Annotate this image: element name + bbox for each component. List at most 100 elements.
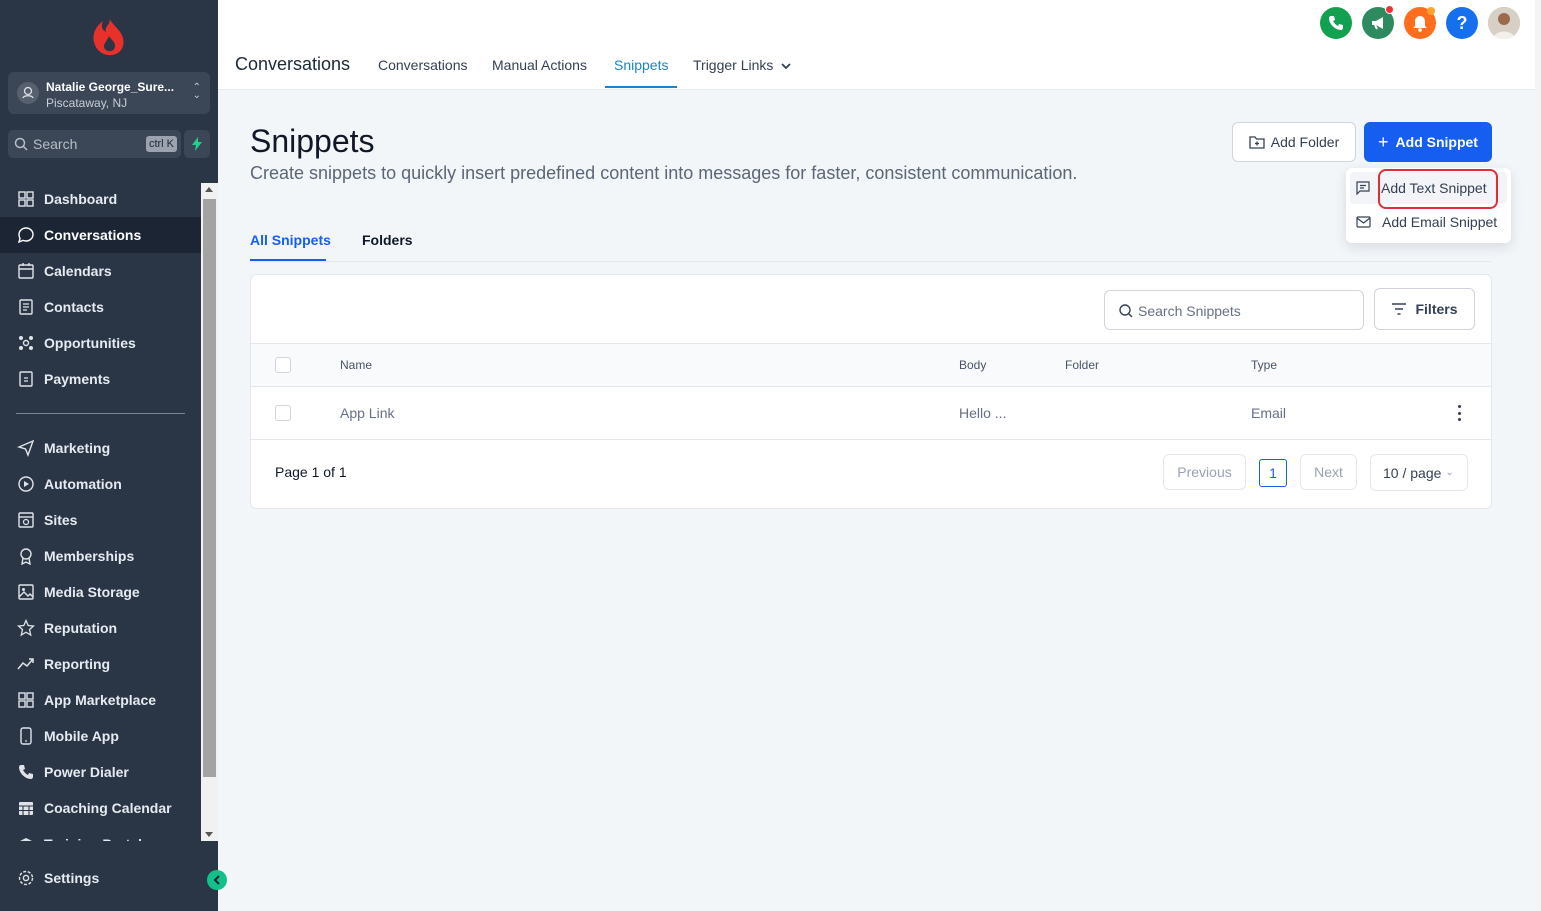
sidebar-item-conversations[interactable]: Conversations: [0, 217, 201, 253]
star-icon: [17, 619, 35, 637]
page-info: Page 1 of 1: [275, 464, 347, 480]
sidebar-item-reporting[interactable]: Reporting: [0, 646, 201, 682]
add-snippet-button[interactable]: + Add Snippet: [1364, 122, 1492, 162]
sidebar-item-memberships[interactable]: Memberships: [0, 538, 201, 574]
page-number-button[interactable]: 1: [1259, 459, 1287, 487]
chevron-updown-icon: ⌃ ⌄: [192, 82, 201, 101]
tab-trigger-links[interactable]: Trigger Links: [693, 57, 791, 73]
tab-all-snippets[interactable]: All Snippets: [250, 232, 331, 248]
send-icon: [17, 439, 35, 457]
phone-button[interactable]: [1320, 7, 1352, 39]
mobile-icon: [17, 727, 35, 745]
sidebar-item-label: Marketing: [44, 440, 111, 456]
collapse-sidebar-button[interactable]: [207, 870, 227, 890]
help-button[interactable]: ?: [1446, 7, 1478, 39]
table-row[interactable]: App Link Hello ... Email: [251, 387, 1491, 440]
cell-name[interactable]: App Link: [340, 405, 394, 421]
column-header-name[interactable]: Name: [340, 358, 372, 372]
sidebar-item-label: App Marketplace: [44, 692, 157, 708]
sidebar-item-sites[interactable]: Sites: [0, 502, 201, 538]
bell-icon: [1413, 15, 1427, 32]
sidebar-item-settings[interactable]: Settings: [0, 860, 201, 896]
sidebar-item-label: Contacts: [44, 299, 104, 315]
chevron-down-icon: ⌄: [1445, 467, 1454, 478]
sidebar-item-contacts[interactable]: Contacts: [0, 289, 201, 325]
tab-conversations[interactable]: Conversations: [378, 57, 468, 73]
scroll-up-arrow-icon[interactable]: [205, 187, 213, 192]
bolt-icon: [192, 137, 202, 151]
column-header-folder[interactable]: Folder: [1065, 358, 1099, 372]
sidebar-item-marketing[interactable]: Marketing: [0, 430, 201, 466]
quick-actions-button[interactable]: [184, 130, 210, 158]
filters-button[interactable]: Filters: [1374, 288, 1475, 330]
active-tab-indicator: [605, 86, 677, 88]
previous-page-button[interactable]: Previous: [1163, 454, 1246, 490]
sidebar-item-label: Training Portal: [44, 836, 142, 841]
sidebar-item-mobile-app[interactable]: Mobile App: [0, 718, 201, 754]
select-all-checkbox[interactable]: [275, 357, 291, 373]
sidebar-item-training-portal[interactable]: Training Portal: [0, 826, 201, 841]
flame-logo-icon[interactable]: [90, 16, 126, 58]
user-avatar[interactable]: [1488, 7, 1520, 39]
message-icon: [1356, 181, 1370, 195]
sidebar-item-label: Coaching Calendar: [44, 800, 172, 816]
snippets-table-card: Search Snippets Filters Name Body Folder…: [250, 274, 1492, 509]
snippets-heading: Snippets: [250, 123, 375, 159]
filter-lines-icon: [1391, 303, 1407, 315]
next-page-button[interactable]: Next: [1300, 454, 1357, 490]
phone-icon: [17, 763, 35, 781]
sidebar-item-dashboard[interactable]: Dashboard: [0, 181, 201, 217]
scroll-down-arrow-icon[interactable]: [205, 832, 213, 837]
tab-folders[interactable]: Folders: [362, 232, 413, 248]
sites-icon: [17, 511, 35, 529]
calendar-grid-icon: [17, 799, 35, 817]
sidebar-scrollbar[interactable]: [201, 183, 218, 841]
automation-icon: [17, 475, 35, 493]
sidebar-item-label: Payments: [44, 371, 111, 387]
sidebar-item-label: Sites: [44, 512, 78, 528]
page-scrollbar[interactable]: [1535, 0, 1541, 911]
account-switcher[interactable]: Natalie George_Sure... Piscataway, NJ ⌃ ⌄: [8, 72, 210, 114]
page-size-select[interactable]: 10 / page ⌄: [1370, 454, 1468, 491]
sidebar-item-label: Settings: [44, 870, 100, 886]
sidebar-item-automation[interactable]: Automation: [0, 466, 201, 502]
search-icon: [14, 137, 28, 151]
sidebar-item-label: Reputation: [44, 620, 118, 636]
sidebar-item-calendars[interactable]: Calendars: [0, 253, 201, 289]
opportunities-icon: [17, 334, 35, 352]
column-header-type[interactable]: Type: [1251, 358, 1277, 372]
search-icon: [1118, 303, 1134, 319]
sidebar-item-power-dialer[interactable]: Power Dialer: [0, 754, 201, 790]
sidebar-item-label: Mobile App: [44, 728, 119, 744]
cell-type: Email: [1251, 405, 1287, 421]
search-placeholder: Search: [33, 136, 78, 152]
add-folder-button[interactable]: Add Folder: [1232, 122, 1356, 162]
account-name: Natalie George_Sure...: [46, 80, 175, 94]
notifications-button[interactable]: [1404, 7, 1436, 39]
location-avatar-icon: [17, 82, 39, 104]
sidebar-search[interactable]: Search ctrl K: [8, 130, 181, 158]
column-header-body[interactable]: Body: [959, 358, 986, 372]
account-location: Piscataway, NJ: [46, 96, 128, 110]
sidebar-item-payments[interactable]: Payments: [0, 361, 201, 397]
row-actions-kebab-icon[interactable]: [1453, 405, 1465, 421]
sidebar-divider: [16, 413, 185, 414]
sidebar-item-media-storage[interactable]: Media Storage: [0, 574, 201, 610]
sidebar-item-reputation[interactable]: Reputation: [0, 610, 201, 646]
search-shortcut: ctrl K: [145, 136, 177, 152]
row-checkbox[interactable]: [275, 405, 291, 421]
sidebar-item-label: Power Dialer: [44, 764, 129, 780]
announcements-button[interactable]: [1362, 5, 1394, 39]
sidebar-item-app-marketplace[interactable]: App Marketplace: [0, 682, 201, 718]
menu-item-add-email-snippet[interactable]: Add Email Snippet: [1350, 206, 1507, 238]
sidebar-item-coaching-calendar[interactable]: Coaching Calendar: [0, 790, 201, 826]
phone-icon: [1329, 16, 1343, 30]
sidebar-item-opportunities[interactable]: Opportunities: [0, 325, 201, 361]
chevron-left-icon: [213, 875, 220, 885]
notification-dot: [1427, 7, 1435, 15]
search-snippets-input[interactable]: Search Snippets: [1104, 290, 1364, 330]
tab-manual-actions[interactable]: Manual Actions: [492, 57, 587, 73]
highlight-box: [1378, 169, 1498, 209]
scrollbar-thumb[interactable]: [203, 199, 216, 777]
tab-snippets[interactable]: Snippets: [614, 57, 668, 73]
